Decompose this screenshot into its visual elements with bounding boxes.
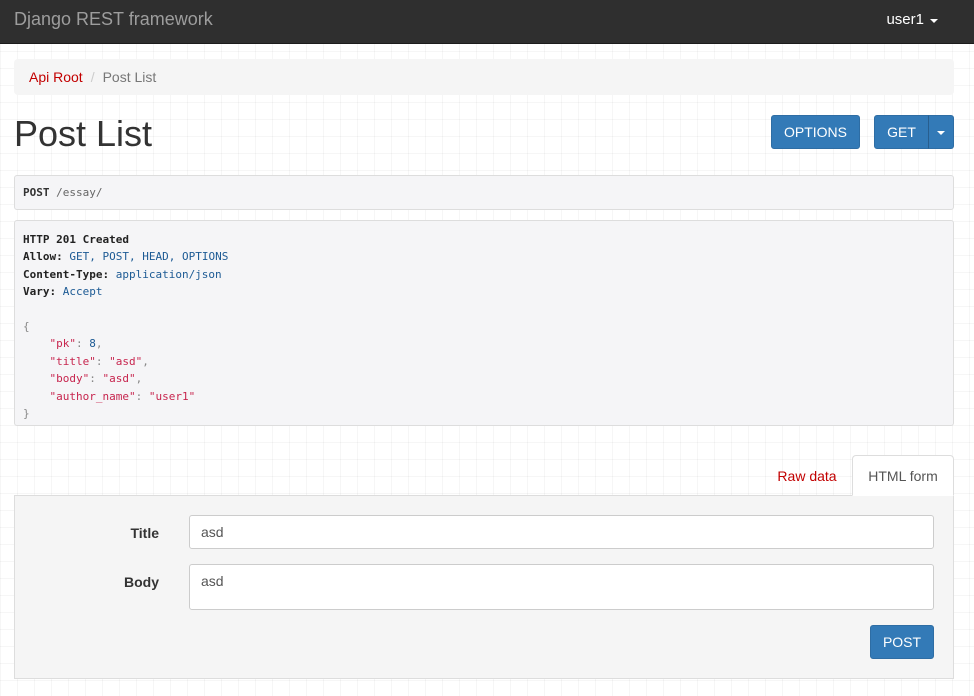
- options-button[interactable]: OPTIONS: [771, 115, 860, 149]
- body-label: Body: [124, 574, 159, 590]
- json-value: "asd": [102, 372, 136, 386]
- user-menu[interactable]: user1: [886, 11, 938, 28]
- body-textarea[interactable]: asd: [189, 564, 934, 610]
- json-close-brace: }: [23, 406, 30, 420]
- breadcrumb-api-root[interactable]: Api Root: [29, 69, 83, 85]
- header-name: Allow:: [23, 250, 63, 264]
- page-title: Post List: [14, 113, 153, 154]
- json-open-brace: {: [23, 319, 30, 333]
- json-value: "user1": [148, 389, 196, 403]
- request-info: POST /essay/: [14, 175, 954, 210]
- json-key: "title": [49, 354, 96, 368]
- title-input[interactable]: asd: [189, 515, 934, 549]
- navbar: Django REST framework user1: [0, 0, 974, 44]
- response-info: HTTP 201 Created Allow: GET, POST, HEAD,…: [14, 220, 954, 426]
- request-method: POST: [23, 186, 50, 199]
- breadcrumb: Api Root / Post List: [14, 59, 954, 95]
- response-status: HTTP 201 Created: [23, 233, 129, 246]
- caret-down-icon: [930, 18, 938, 23]
- header-value: GET, POST, HEAD, OPTIONS: [62, 250, 229, 264]
- title-label: Title: [130, 525, 159, 541]
- content-tabs: Raw data HTML form: [14, 455, 954, 496]
- tab-raw-data[interactable]: Raw data: [764, 455, 850, 496]
- json-key: "author_name": [49, 389, 136, 403]
- caret-down-icon: [937, 131, 945, 135]
- json-value: "asd": [109, 354, 143, 368]
- breadcrumb-separator: /: [90, 69, 95, 85]
- get-button[interactable]: GET: [874, 115, 929, 149]
- json-value: 8: [89, 337, 96, 351]
- header-name: Vary:: [23, 285, 57, 299]
- breadcrumb-current: Post List: [102, 69, 157, 85]
- header-name: Content-Type:: [23, 267, 110, 281]
- tab-html-form[interactable]: HTML form: [852, 455, 954, 496]
- header-value: application/json: [109, 267, 222, 281]
- request-path: /essay/: [49, 186, 103, 199]
- json-key: "body": [49, 372, 90, 386]
- get-format-dropdown-button[interactable]: [928, 115, 954, 149]
- header-value: Accept: [56, 285, 103, 299]
- user-name: user1: [886, 11, 924, 28]
- post-button[interactable]: POST: [870, 625, 934, 659]
- html-form-panel: Title asd Body asd POST: [14, 495, 954, 679]
- json-key: "pk": [49, 337, 77, 351]
- brand-link[interactable]: Django REST framework: [14, 9, 213, 30]
